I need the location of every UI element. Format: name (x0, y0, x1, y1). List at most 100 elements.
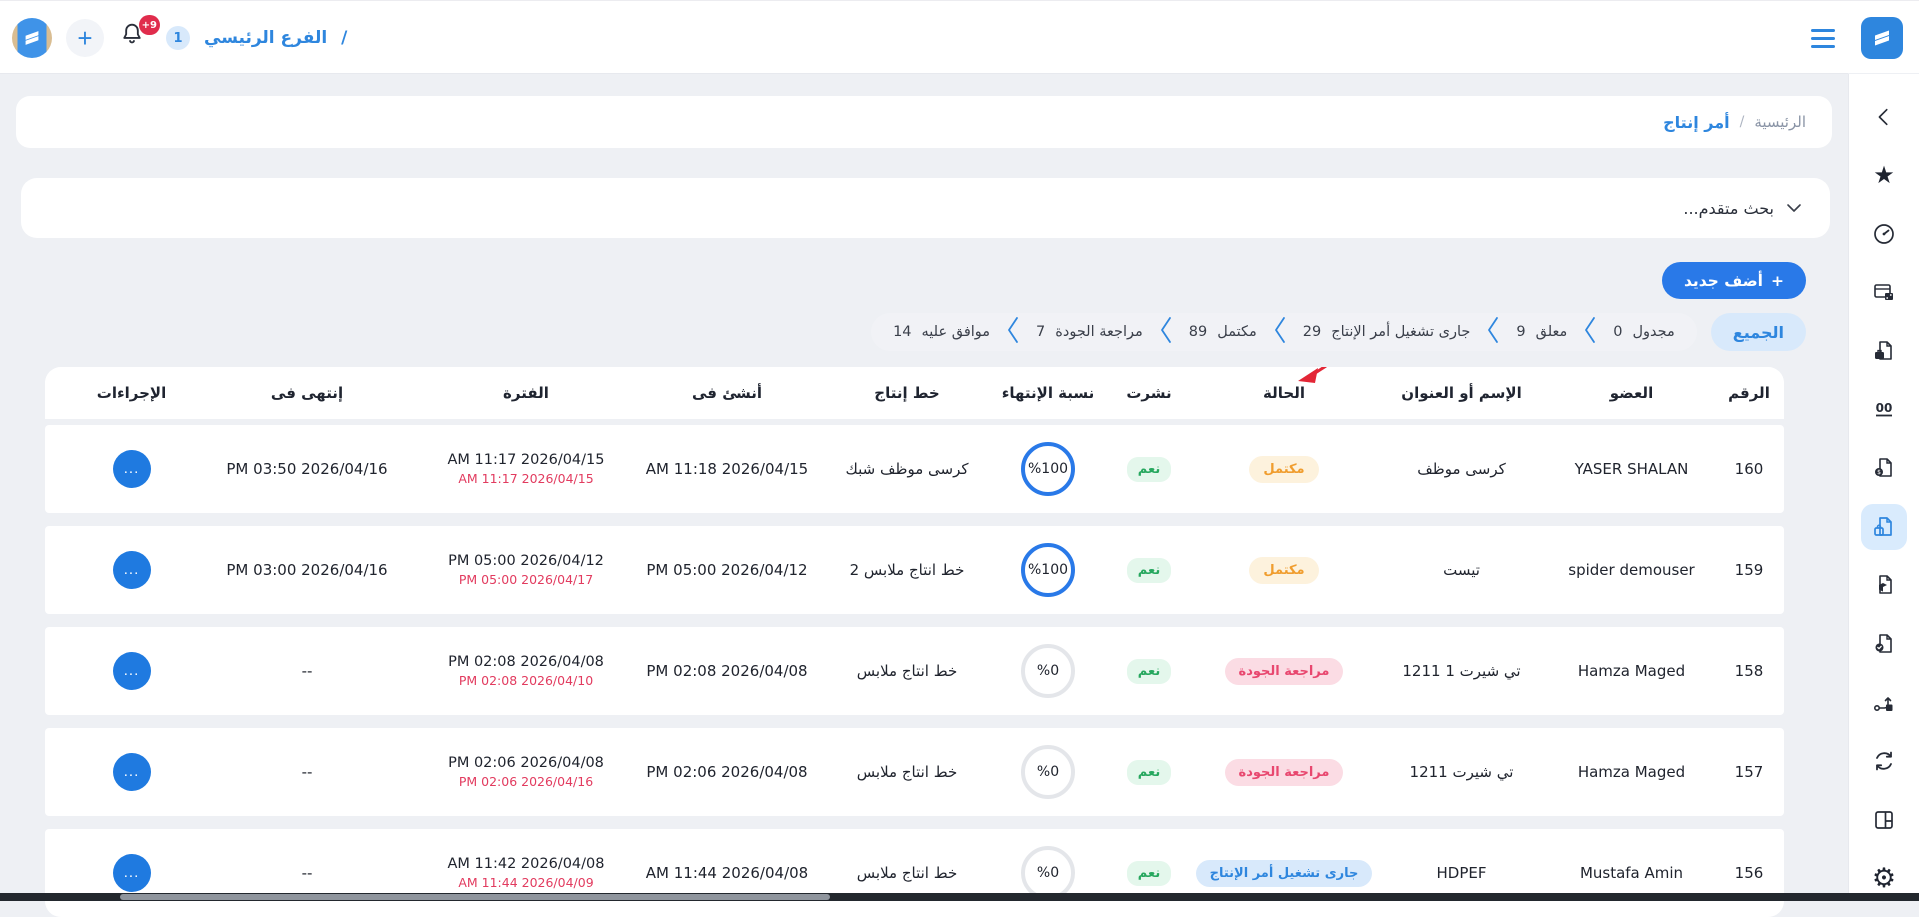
cell-created-at: AM 11:44 2026/04/08 (632, 864, 822, 882)
horizontal-scrollbar[interactable] (0, 893, 1919, 901)
cell-number: 160 (1714, 460, 1784, 478)
top-bar: + +9 1 الفرع الرئيسي / (0, 0, 1919, 73)
cell-name: HDPEF (1374, 864, 1549, 882)
notifications-button[interactable]: +9 (118, 19, 152, 57)
cell-production-line: خط انتاج ملابس (822, 662, 992, 680)
filter-quality-review-chip[interactable]: مراجعة الجودة 7 (1036, 324, 1143, 340)
progress-ring: %0 (1021, 745, 1075, 799)
cell-production-line: خط انتاج ملابس 2 (822, 561, 992, 579)
cell-created-at: PM 02:06 2026/04/08 (632, 763, 822, 781)
approved-document-icon[interactable] (1861, 621, 1907, 667)
col-header-published[interactable]: نشرت (1104, 384, 1194, 402)
cell-ended-at: PM 03:50 2026/04/16 (194, 460, 420, 478)
screens-window-icon[interactable] (1861, 270, 1907, 316)
filter-pending-chip[interactable]: معلق 9 (1516, 324, 1567, 340)
notification-count-badge: +9 (139, 15, 160, 35)
inventory-document-icon[interactable] (1861, 563, 1907, 609)
table-body: 160 YASER SHALAN كرسى موظف مكتمل نعم %10… (45, 419, 1784, 917)
svg-text:$: $ (1877, 469, 1881, 476)
main-sidebar: ★ 00 $ ⚙ (1848, 74, 1919, 901)
col-header-name[interactable]: الإسم أو العنوان (1374, 384, 1549, 402)
col-header-progress[interactable]: نسبة الإنتهاء (992, 384, 1104, 402)
cell-member: YASER SHALAN (1549, 460, 1714, 478)
col-header-created[interactable]: أنشئ فى (632, 384, 822, 402)
row-actions-button[interactable]: ... (113, 652, 151, 690)
progress-ring: %0 (1021, 846, 1075, 900)
row-actions-button[interactable]: ... (113, 753, 151, 791)
cell-period: PM 05:00 2026/04/12 PM 05:00 2026/04/17 (420, 553, 632, 587)
chevron-down-icon (1786, 199, 1802, 218)
scrollbar-thumb[interactable] (120, 894, 830, 900)
filter-completed-chip[interactable]: مكتمل 89 (1189, 324, 1257, 340)
layout-grid-icon[interactable] (1861, 797, 1907, 843)
progress-ring: %0 (1021, 644, 1075, 698)
col-header-number[interactable]: الرقم (1714, 384, 1784, 402)
company-avatar[interactable] (12, 18, 52, 58)
collapse-chevron-icon[interactable] (1861, 94, 1907, 140)
table-row[interactable]: 157 Hamza Maged تي شيرت 1211 مراجعة الجو… (45, 728, 1784, 816)
progress-ring: %100 (1021, 442, 1075, 496)
period-deadline: AM 11:17 2026/04/15 (420, 471, 632, 486)
cell-name: تي شيرت 1 1211 (1374, 662, 1549, 680)
cell-name: تي شيرت 1211 (1374, 763, 1549, 781)
app-logo[interactable] (1861, 17, 1903, 59)
production-orders-table: الرقم العضو الإسم أو العنوان الحالة نشرت… (45, 367, 1784, 917)
chevron-separator-icon (1486, 315, 1500, 349)
filter-scheduled-chip[interactable]: مجدول 0 (1613, 324, 1675, 340)
cell-name: تيست (1374, 561, 1549, 579)
row-actions-button[interactable]: ... (113, 551, 151, 589)
col-header-status[interactable]: الحالة (1194, 384, 1374, 402)
row-actions-button[interactable]: ... (113, 450, 151, 488)
cell-created-at: PM 02:08 2026/04/08 (632, 662, 822, 680)
table-row[interactable]: 156 Mustafa Amin HDPEF جارى تشغيل أمر ال… (45, 829, 1784, 917)
red-annotation-arrow (1294, 367, 1330, 394)
col-header-period[interactable]: الفترة (420, 384, 632, 402)
chevron-separator-icon (1159, 315, 1173, 349)
status-badge: مراجعة الجودة (1225, 658, 1344, 685)
filter-running-chip[interactable]: جارى تشغيل أمر الإنتاج 29 (1303, 324, 1471, 340)
workflow-icon[interactable] (1861, 680, 1907, 726)
cell-production-line: خط انتاج ملابس (822, 864, 992, 882)
counter-display-icon[interactable]: 00 (1861, 387, 1907, 433)
col-header-ended[interactable]: إنتهى فى (194, 384, 420, 402)
dashboard-gauge-icon[interactable] (1861, 211, 1907, 257)
advanced-search-toggle[interactable]: بحث متقدم... (21, 178, 1830, 238)
briefcase-document-icon[interactable] (1861, 328, 1907, 374)
cell-number: 156 (1714, 864, 1784, 882)
row-actions-button[interactable]: ... (113, 854, 151, 892)
published-badge: نعم (1127, 760, 1171, 785)
menu-toggle-button[interactable] (1807, 25, 1839, 52)
branch-title[interactable]: الفرع الرئيسي (204, 28, 327, 48)
cell-ended-at: -- (194, 662, 420, 680)
published-badge: نعم (1127, 457, 1171, 482)
status-filter-pill: مجدول 0 معلق 9 جارى تشغيل أمر الإنتاج 29 (871, 313, 1697, 351)
branch-separator: / (341, 28, 347, 48)
breadcrumb-home-link[interactable]: الرئيسية (1754, 113, 1806, 131)
published-badge: نعم (1127, 659, 1171, 684)
table-row[interactable]: 158 Hamza Maged تي شيرت 1 1211 مراجعة ال… (45, 627, 1784, 715)
cell-number: 158 (1714, 662, 1784, 680)
published-badge: نعم (1127, 558, 1171, 583)
col-header-line[interactable]: خط إنتاج (822, 384, 992, 402)
favorites-star-icon[interactable]: ★ (1861, 153, 1907, 199)
cell-ended-at: -- (194, 763, 420, 781)
cell-member: spider demouser (1549, 561, 1714, 579)
filter-approved-chip[interactable]: موافق عليه 14 (893, 324, 990, 340)
quick-add-button[interactable]: + (66, 19, 104, 57)
table-row[interactable]: 160 YASER SHALAN كرسى موظف مكتمل نعم %10… (45, 425, 1784, 513)
production-order-document-icon[interactable] (1861, 504, 1907, 550)
add-new-button[interactable]: + أضف جديد (1662, 262, 1806, 299)
filter-all-chip[interactable]: الجميع (1711, 313, 1806, 351)
main-content: الرئيسية / أمر إنتاج بحث متقدم... + أضف … (0, 74, 1848, 901)
cell-production-line: خط انتاج ملابس (822, 763, 992, 781)
sync-icon[interactable] (1861, 738, 1907, 784)
cell-number: 159 (1714, 561, 1784, 579)
col-header-member[interactable]: العضو (1549, 384, 1714, 402)
finance-document-icon[interactable]: $ (1861, 445, 1907, 491)
cell-period: AM 11:17 2026/04/15 AM 11:17 2026/04/15 (420, 452, 632, 486)
cell-number: 157 (1714, 763, 1784, 781)
progress-ring: %100 (1021, 543, 1075, 597)
cell-member: Hamza Maged (1549, 763, 1714, 781)
table-row[interactable]: 159 spider demouser تيست مكتمل نعم %100 … (45, 526, 1784, 614)
cell-ended-at: -- (194, 864, 420, 882)
